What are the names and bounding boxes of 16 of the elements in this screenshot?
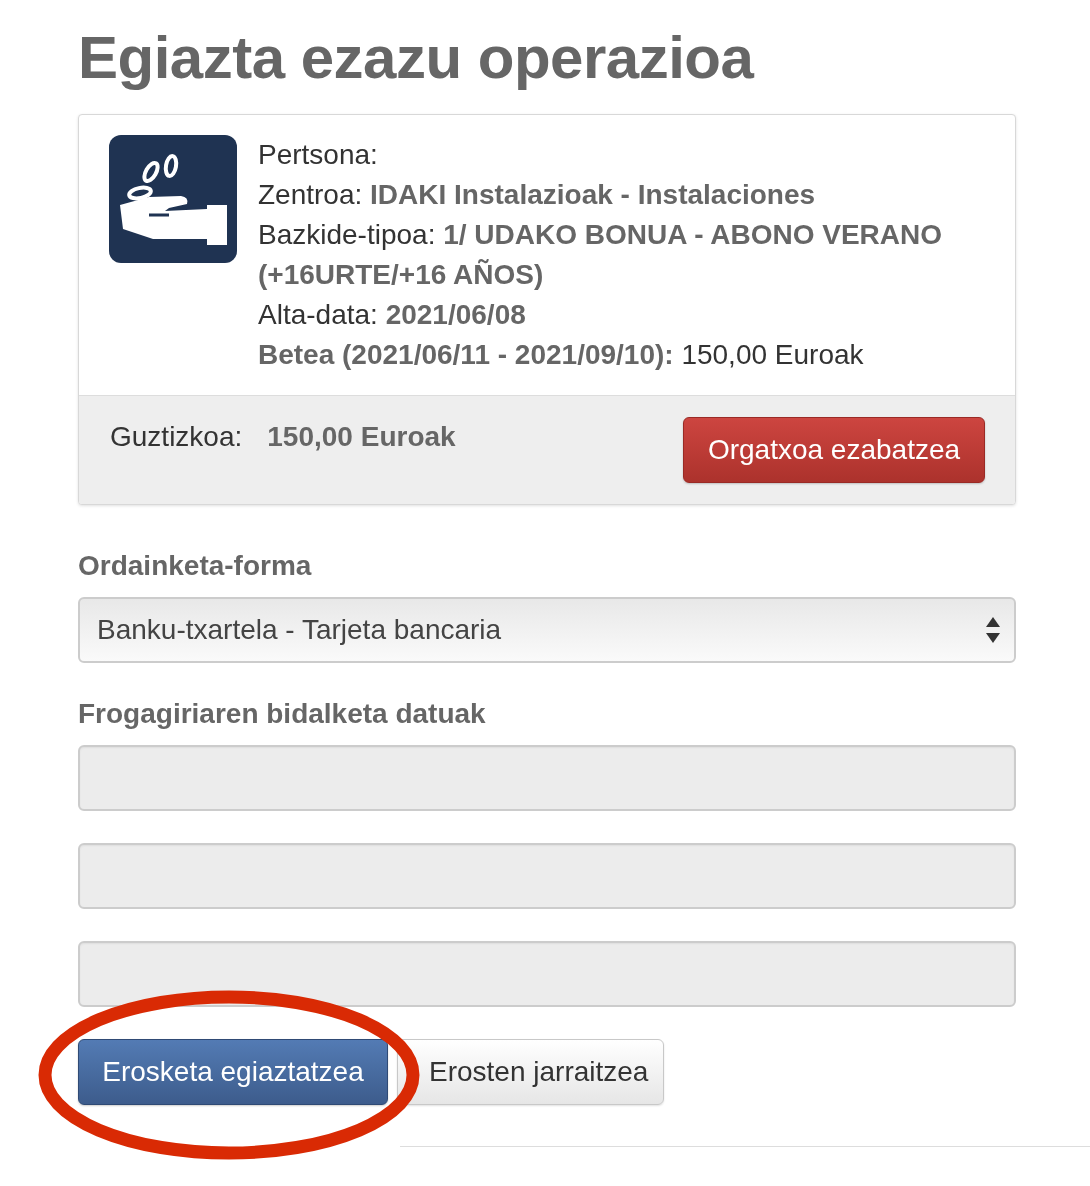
detail-line: Alta-data: 2021/06/08 [258,298,527,332]
action-button[interactable]: Erosten jarraitzea [397,1039,664,1105]
action-button[interactable]: Erosketa egiaztatzea [78,1039,388,1105]
detail-line: Pertsona: [258,138,379,172]
payment-select[interactable]: Banku-txartela - Tarjeta bancaria [78,597,1016,663]
page-title: Egiazta ezazu operazioa [78,23,756,93]
payment-label: Ordainketa-forma [78,549,313,583]
up-down-arrows-icon [986,617,1000,643]
detail-line: Betea (2021/06/11 - 2021/09/10): 150,00 Euroak [258,338,865,372]
remove-cart-button[interactable]: Orgatxoa ezabatzea [683,417,985,483]
total-value: 150,00 Euroak [267,420,456,454]
detail-line: Zentroa: IDAKI Instalazioak - Instalaciones [258,178,817,212]
detail-line: Bazkide-tipoa: 1/ UDAKO BONUA - ABONO VERANO (+16URTE/+16 AÑOS) [258,218,944,292]
hand-coins-icon [109,135,237,263]
total-label: Guztizkoa: [110,420,243,454]
shipping-label: Frogagiriaren bidalketa datuak [78,697,487,731]
